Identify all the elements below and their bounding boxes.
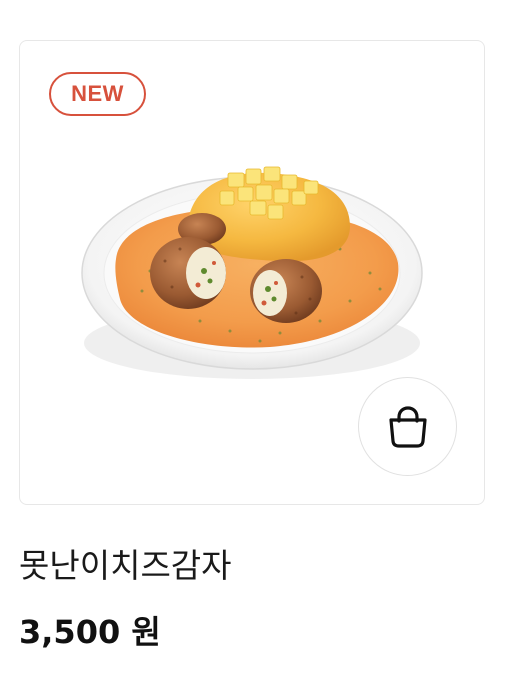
product-card[interactable]: NEW [19,40,485,505]
product-name[interactable]: 못난이치즈감자 [19,544,232,588]
shopping-bag-icon [388,405,427,448]
add-to-cart-button[interactable] [358,377,457,476]
product-price: 3,500 원 [19,613,161,651]
new-badge: NEW [49,72,146,116]
